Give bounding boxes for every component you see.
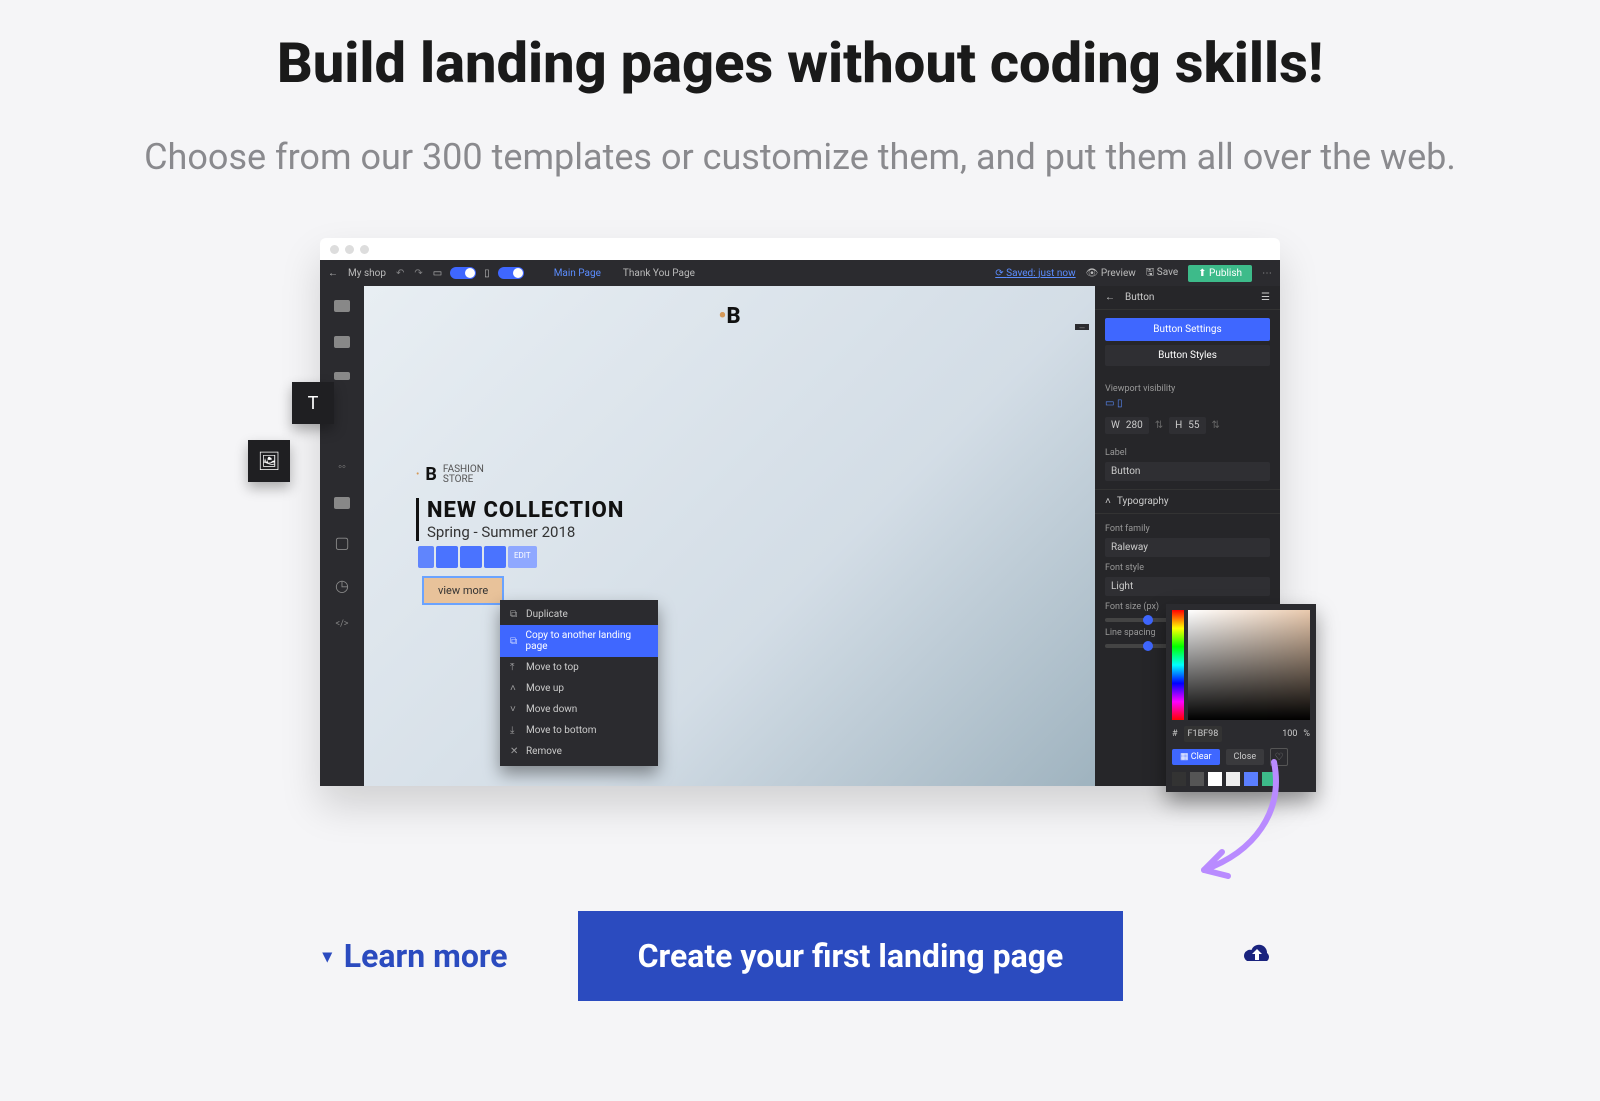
duplicate-btn-icon[interactable]	[460, 546, 482, 568]
brand-label: •BFASHION STORE	[416, 464, 484, 485]
context-menu-item[interactable]: ˄Move up	[500, 678, 658, 699]
swatch[interactable]	[1226, 772, 1240, 786]
editor-window: ← My shop ↶ ↷ ▭ ▯ Main Page Thank You Pa…	[320, 238, 1280, 786]
rail-row-icon[interactable]	[334, 336, 350, 348]
viewport-mobile-icon[interactable]: ▯	[1117, 398, 1123, 409]
hero-subhead: Choose from our 300 templates or customi…	[144, 136, 1456, 178]
swatch[interactable]	[1208, 772, 1222, 786]
context-menu: ⧉Duplicate⧉Copy to another landing page⤒…	[500, 600, 658, 766]
label-label: Label	[1105, 448, 1270, 458]
width-stepper-icon[interactable]: ⇅	[1155, 420, 1163, 431]
tab-button-settings[interactable]: Button Settings	[1105, 318, 1270, 341]
typography-toggle[interactable]: ˄ Typography	[1095, 489, 1280, 514]
more-icon[interactable]: ⋯	[1262, 268, 1272, 279]
rail-code-icon[interactable]: </>	[336, 619, 349, 629]
swatch[interactable]	[1262, 772, 1276, 786]
saved-status[interactable]: ⟳ Saved: just now	[995, 268, 1075, 279]
height-stepper-icon[interactable]: ⇅	[1212, 420, 1220, 431]
left-rail: ◦◦ ▢ ◷ </>	[320, 286, 364, 786]
color-picker: # F1BF98 100 % ▦ Clear Close ♡	[1166, 604, 1316, 792]
tab-thank-you[interactable]: Thank You Page	[623, 268, 695, 279]
panel-title: Button	[1125, 292, 1154, 303]
mobile-icon[interactable]: ▯	[484, 268, 490, 279]
text-tool-icon[interactable]: T	[292, 382, 334, 424]
publish-button[interactable]: ⬆ Publish	[1188, 265, 1252, 282]
viewport-label: Viewport visibility	[1105, 384, 1270, 394]
desktop-toggle[interactable]	[450, 267, 476, 279]
opacity-value[interactable]: 100	[1282, 729, 1297, 739]
panel-list-icon[interactable]: ☰	[1261, 292, 1270, 303]
rail-form-icon[interactable]: ◦◦	[338, 460, 346, 473]
favorite-button[interactable]: ♡	[1270, 748, 1288, 766]
project-name[interactable]: My shop	[348, 268, 386, 279]
context-menu-item[interactable]: ✕Remove	[500, 741, 658, 762]
rail-box-icon[interactable]	[334, 372, 350, 380]
hex-input[interactable]: F1BF98	[1184, 726, 1223, 742]
learn-more-link[interactable]: ▾ Learn more	[323, 937, 508, 975]
mobile-toggle[interactable]	[498, 267, 524, 279]
hex-hash: #	[1172, 729, 1178, 739]
font-family-label: Font family	[1105, 524, 1270, 534]
label-input[interactable]: Button	[1105, 462, 1270, 481]
context-menu-item[interactable]: ⧉Copy to another landing page	[500, 625, 658, 657]
rail-shape-icon[interactable]: ▢	[334, 533, 349, 552]
editor-topbar: ← My shop ↶ ↷ ▭ ▯ Main Page Thank You Pa…	[320, 260, 1280, 286]
rail-video-icon[interactable]	[334, 497, 350, 509]
height-input[interactable]: H 55	[1169, 417, 1205, 434]
settings-btn-icon[interactable]	[436, 546, 458, 568]
context-menu-item[interactable]: ˅Move down	[500, 699, 658, 720]
hue-slider[interactable]	[1172, 610, 1184, 720]
font-style-select[interactable]: Light	[1105, 577, 1270, 596]
rail-timer-icon[interactable]: ◷	[335, 576, 349, 595]
width-input[interactable]: W 280	[1105, 417, 1149, 434]
rail-section-icon[interactable]	[334, 300, 350, 312]
caret-down-icon: ▾	[323, 946, 332, 967]
swatch[interactable]	[1190, 772, 1204, 786]
collapse-handle-icon[interactable]: —	[1075, 324, 1089, 330]
create-landing-page-button[interactable]: Create your first landing page	[578, 911, 1124, 1001]
panel-back-icon[interactable]: ←	[1105, 292, 1115, 303]
upload-cloud-icon[interactable]	[1237, 936, 1277, 976]
context-menu-item[interactable]: ⤒Move to top	[500, 657, 658, 678]
viewport-desktop-icon[interactable]: ▭	[1105, 398, 1114, 409]
canvas[interactable]: •B •BFASHION STORE NEW COLLECTION Spring…	[364, 286, 1095, 786]
tab-button-styles[interactable]: Button Styles	[1105, 345, 1270, 366]
undo-icon[interactable]: ↶	[396, 268, 404, 279]
swatch[interactable]	[1172, 772, 1186, 786]
font-style-label: Font style	[1105, 563, 1270, 573]
desktop-icon[interactable]: ▭	[433, 268, 442, 279]
window-dot	[360, 245, 369, 254]
preview-button[interactable]: 👁 Preview	[1086, 268, 1136, 279]
image-tool-icon[interactable]: 🖼	[248, 440, 290, 482]
window-titlebar	[320, 238, 1280, 260]
saturation-value-field[interactable]	[1188, 610, 1310, 720]
swatches	[1172, 772, 1310, 786]
hero-headline: Build landing pages without coding skill…	[277, 30, 1323, 96]
clear-button[interactable]: ▦ Clear	[1172, 749, 1220, 765]
delete-btn-icon[interactable]	[484, 546, 506, 568]
brand-logo: •B	[718, 304, 740, 329]
opacity-pct: %	[1303, 729, 1310, 739]
back-arrow-icon[interactable]: ←	[328, 268, 338, 279]
close-button[interactable]: Close	[1226, 749, 1265, 765]
view-more-button[interactable]: view more	[422, 576, 504, 605]
redo-icon[interactable]: ↷	[414, 268, 422, 279]
selection-toolbar: EDIT	[418, 546, 537, 568]
context-menu-item[interactable]: ⧉Duplicate	[500, 604, 658, 625]
window-dot	[345, 245, 354, 254]
tab-main-page[interactable]: Main Page	[554, 268, 601, 279]
window-dot	[330, 245, 339, 254]
swatch[interactable]	[1244, 772, 1258, 786]
chevron-up-icon: ˄	[1105, 496, 1111, 507]
font-family-select[interactable]: Raleway	[1105, 538, 1270, 557]
save-button[interactable]: 🖫 Save	[1146, 265, 1178, 282]
footer-actions: ▾ Learn more Create your first landing p…	[323, 911, 1278, 1001]
context-menu-item[interactable]: ⤓Move to bottom	[500, 720, 658, 741]
move-handle-icon[interactable]	[418, 546, 434, 568]
edit-chip[interactable]: EDIT	[508, 546, 537, 568]
collection-heading: NEW COLLECTION Spring - Summer 2018	[416, 498, 624, 541]
